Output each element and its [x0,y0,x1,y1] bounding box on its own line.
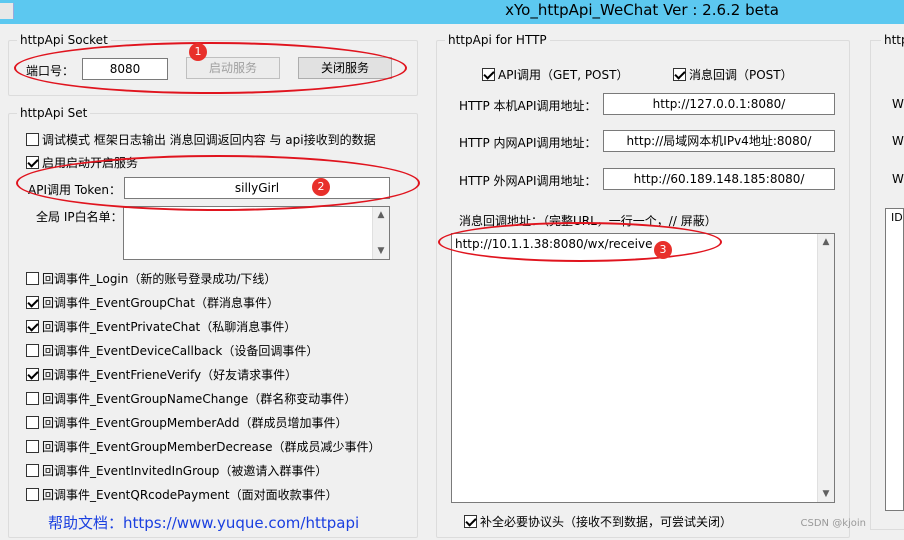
stop-service-button[interactable]: 关闭服务 [298,57,392,79]
event-checkbox[interactable]: 回调事件_Login（新的账号登录成功/下线） [26,270,276,287]
scroll-down-icon[interactable]: ▼ [818,486,834,502]
debug-mode-box[interactable] [26,133,39,146]
complete-header-checkbox[interactable]: 补全必要协议头（接收不到数据，可尝试关闭） [464,513,732,530]
event-checkbox-label: 回调事件_EventQRcodePayment（面对面收款事件） [42,488,338,502]
callback-scrollbar[interactable]: ▲ ▼ [817,234,834,502]
wan-api-input[interactable]: http://60.189.148.185:8080/ [603,168,835,190]
whitelist-scrollbar[interactable]: ▲ ▼ [372,207,389,259]
lan-api-input[interactable]: http://局域网本机IPv4地址:8080/ [603,130,835,152]
event-checkbox-box[interactable] [26,416,39,429]
lan-api-label: HTTP 内网API调用地址： [459,136,597,150]
event-checkbox-label: 回调事件_EventDeviceCallback（设备回调事件） [42,344,319,358]
debug-mode-label: 调试模式 框架日志输出 消息回调返回内容 与 api接收到的数据 [42,133,376,147]
scroll-up-icon[interactable]: ▲ [818,234,834,250]
port-input[interactable]: 8080 [82,58,168,80]
callback-url-textarea[interactable]: http://10.1.1.38:8080/wx/receive ▲ ▼ [451,233,835,503]
complete-header-box[interactable] [464,515,477,528]
annotation-badge-2: 2 [312,178,330,196]
complete-header-label: 补全必要协议头（接收不到数据，可尝试关闭） [480,515,733,529]
event-checkbox-label: 回调事件_EventGroupChat（群消息事件） [42,296,279,310]
watermark: CSDN @kjoin [800,518,867,529]
wan-api-label: HTTP 外网API调用地址： [459,174,597,188]
event-checkbox[interactable]: 回调事件_EventGroupNameChange（群名称变动事件） [26,390,356,407]
event-checkbox[interactable]: 回调事件_EventFrieneVerify（好友请求事件） [26,366,297,383]
event-checkbox-box[interactable] [26,344,39,357]
autostart-box[interactable] [26,156,39,169]
callback-url-label: 消息回调地址：（完整URL，一行一个，// 屏蔽） [459,214,717,228]
event-checkbox-box[interactable] [26,272,39,285]
debug-mode-checkbox[interactable]: 调试模式 框架日志输出 消息回调返回内容 与 api接收到的数据 [26,131,376,148]
help-doc-link[interactable]: 帮助文档：https://www.yuque.com/httpapi [48,512,359,533]
title-bar[interactable]: xYo_httpApi_WeChat Ver : 2.6.2 beta [0,0,904,24]
right-row-label-1: W [892,97,904,111]
scroll-up-icon[interactable]: ▲ [373,207,389,223]
annotation-badge-1: 1 [189,43,207,61]
event-checkbox-label: 回调事件_EventInvitedInGroup（被邀请入群事件） [42,464,328,478]
scroll-down-icon[interactable]: ▼ [373,243,389,259]
window-title: xYo_httpApi_WeChat Ver : 2.6.2 beta [505,1,779,19]
whitelist-textarea[interactable]: ▲ ▼ [123,206,390,260]
event-checkbox[interactable]: 回调事件_EventGroupMemberAdd（群成员增加事件） [26,414,348,431]
right-group-title: http [881,33,904,47]
msg-callback-box[interactable] [673,68,686,81]
whitelist-label: 全局 IP白名单： [36,210,123,224]
event-checkbox[interactable]: 回调事件_EventGroupChat（群消息事件） [26,294,279,311]
event-checkbox-box[interactable] [26,320,39,333]
http-group-title: httpApi for HTTP [445,33,550,47]
api-call-label: API调用（GET, POST） [498,68,629,82]
msg-callback-checkbox[interactable]: 消息回调（POST） [673,66,793,83]
event-checkbox-box[interactable] [26,296,39,309]
event-checkbox-label: 回调事件_EventFrieneVerify（好友请求事件） [42,368,298,382]
event-checkbox-box[interactable] [26,440,39,453]
annotation-badge-3: 3 [654,241,672,259]
event-checkbox-label: 回调事件_EventGroupMemberDecrease（群成员减少事件） [42,440,381,454]
event-checkbox[interactable]: 回调事件_EventInvitedInGroup（被邀请入群事件） [26,462,327,479]
autostart-label: 启用启动开启服务 [42,156,139,170]
event-checkbox[interactable]: 回调事件_EventPrivateChat（私聊消息事件） [26,318,296,335]
set-group-title: httpApi Set [17,106,91,120]
event-checkbox-box[interactable] [26,368,39,381]
event-checkbox-label: 回调事件_EventGroupMemberAdd（群成员增加事件） [42,416,348,430]
token-label: API调用 Token： [28,183,121,197]
api-call-checkbox[interactable]: API调用（GET, POST） [482,66,628,83]
event-checkbox-label: 回调事件_Login（新的账号登录成功/下线） [42,272,277,286]
token-input[interactable]: sillyGirl [124,177,390,199]
event-checkbox[interactable]: 回调事件_EventQRcodePayment（面对面收款事件） [26,486,338,503]
event-checkbox-box[interactable] [26,392,39,405]
right-row-label-3: W [892,172,904,186]
right-row-label-2: W [892,134,904,148]
event-checkbox[interactable]: 回调事件_EventDeviceCallback（设备回调事件） [26,342,318,359]
autostart-checkbox[interactable]: 启用启动开启服务 [26,154,138,171]
port-label: 端口号： [26,64,75,78]
event-checkbox-box[interactable] [26,488,39,501]
right-list-header: ID [891,211,903,224]
api-call-box[interactable] [482,68,495,81]
event-checkbox[interactable]: 回调事件_EventGroupMemberDecrease（群成员减少事件） [26,438,381,455]
callback-url-text: http://10.1.1.38:8080/wx/receive [455,237,653,251]
msg-callback-label: 消息回调（POST） [689,68,793,82]
local-api-input[interactable]: http://127.0.0.1:8080/ [603,93,835,115]
right-list[interactable]: ID [885,208,904,511]
event-checkbox-box[interactable] [26,464,39,477]
event-checkbox-label: 回调事件_EventPrivateChat（私聊消息事件） [42,320,297,334]
socket-group-title: httpApi Socket [17,33,111,47]
local-api-label: HTTP 本机API调用地址： [459,99,597,113]
event-checkbox-label: 回调事件_EventGroupNameChange（群名称变动事件） [42,392,357,406]
